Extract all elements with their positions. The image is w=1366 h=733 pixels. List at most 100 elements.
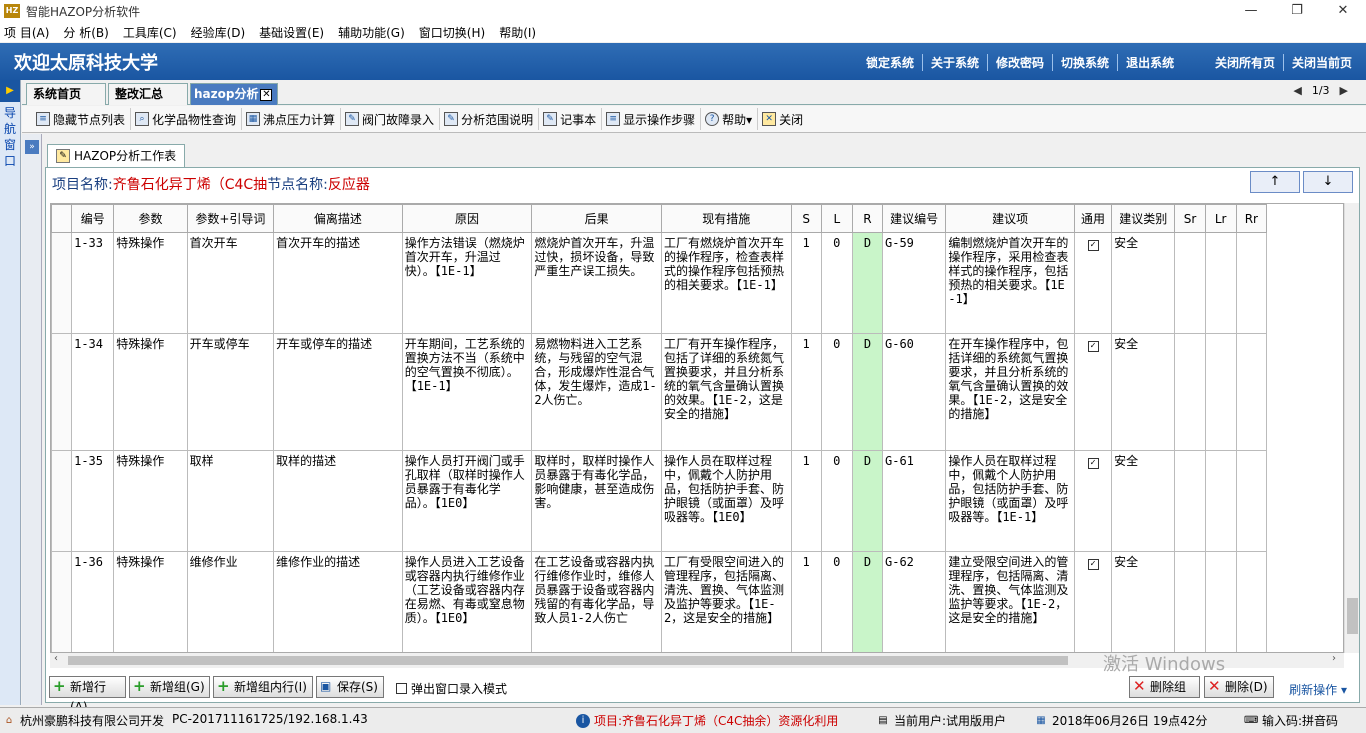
column-header[interactable]: 偏离描述 xyxy=(273,204,403,233)
cell-consequence[interactable]: 取样时，取样时操作人员暴露于有毒化学品，影响健康，甚至造成伤害。 xyxy=(531,450,662,552)
vertical-scrollbar[interactable] xyxy=(1344,203,1359,653)
cell-suggestion-id[interactable]: G-62 xyxy=(881,551,947,652)
close-all-pages-link[interactable]: 关闭所有页 xyxy=(1207,54,1284,71)
cell-l[interactable]: 0 xyxy=(820,551,853,652)
cell-cause[interactable]: 操作人员打开阀门或手孔取样（取样时操作人员暴露于有毒化学品）。【1E0】 xyxy=(401,450,533,552)
column-header[interactable]: 建议编号 xyxy=(881,204,947,233)
cell-general[interactable]: ✓ xyxy=(1073,232,1113,334)
valve-fault-button[interactable]: ✎ 阀门故障录入 xyxy=(340,108,438,130)
next-page-icon[interactable]: ▶ xyxy=(1340,84,1348,97)
column-header[interactable]: R xyxy=(851,204,884,233)
switch-system-link[interactable]: 切换系统 xyxy=(1053,54,1119,71)
cell-id[interactable]: 1-34 xyxy=(71,333,115,451)
scroll-thumb[interactable] xyxy=(68,656,1068,665)
cell-measures[interactable]: 工厂有开车操作程序，包括了详细的系统氮气置换要求，并且分析系统的氧气含量确认置换… xyxy=(660,333,792,451)
general-checkbox[interactable]: ✓ xyxy=(1087,559,1099,570)
add-row-in-group-button[interactable]: + 新增组内行(I) xyxy=(213,676,313,698)
cell-l[interactable]: 0 xyxy=(820,333,853,451)
table-row[interactable]: 1-35 特殊操作 取样 取样的描述 操作人员打开阀门或手孔取样（取样时操作人员… xyxy=(51,450,1268,552)
cell-category[interactable]: 安全 xyxy=(1111,551,1176,652)
cell-consequence[interactable]: 燃烧炉首次开车，升温过快，损坏设备，导致严重生产误工损失。 xyxy=(531,232,662,334)
cell-param[interactable]: 特殊操作 xyxy=(113,232,188,334)
nav-expand-icon[interactable]: ▶ xyxy=(0,80,20,102)
close-window-button[interactable]: ✕ xyxy=(1320,0,1366,22)
cell-lr[interactable] xyxy=(1204,551,1237,652)
cell-suggestion[interactable]: 建立受限空间进入的管理程序，包括隔离、清洗、置换、气体监测及监护等要求。【1E-… xyxy=(945,551,1075,652)
column-header[interactable]: 编号 xyxy=(71,204,115,233)
delete-button[interactable]: ✕ 删除(D) xyxy=(1204,676,1274,698)
delete-group-button[interactable]: ✕ 删除组 xyxy=(1129,676,1200,698)
move-down-button[interactable]: ↓ xyxy=(1303,171,1353,193)
menu-project[interactable]: 项 目(A) xyxy=(4,24,49,41)
worksheet-tab[interactable]: ✎ HAZOP分析工作表 xyxy=(47,144,186,167)
row-selector[interactable] xyxy=(51,551,73,652)
show-steps-button[interactable]: ≡ 显示操作步骤 xyxy=(601,108,699,130)
nav-label[interactable]: 导 航 窗 口 xyxy=(3,105,17,169)
menu-settings[interactable]: 基础设置(E) xyxy=(259,24,324,41)
cell-deviation[interactable]: 开车或停车的描述 xyxy=(273,333,403,451)
cell-rr[interactable] xyxy=(1235,333,1268,451)
cell-s[interactable]: 1 xyxy=(790,450,822,552)
cell-lr[interactable] xyxy=(1204,450,1237,552)
cell-param[interactable]: 特殊操作 xyxy=(113,333,188,451)
boiling-pressure-button[interactable]: ▦ 沸点压力计算 xyxy=(241,108,339,130)
scroll-right-icon[interactable]: › xyxy=(1332,653,1336,664)
table-row[interactable]: 1-36 特殊操作 维修作业 维修作业的描述 操作人员进入工艺设备或容器内执行维… xyxy=(51,551,1268,652)
general-checkbox[interactable]: ✓ xyxy=(1087,341,1099,352)
column-header[interactable]: Lr xyxy=(1204,204,1237,233)
column-header[interactable]: Sr xyxy=(1174,204,1206,233)
menu-help[interactable]: 帮助(I) xyxy=(499,24,536,41)
cell-category[interactable]: 安全 xyxy=(1111,333,1176,451)
table-row[interactable]: 1-34 特殊操作 开车或停车 开车或停车的描述 开车期间，工艺系统的置换方法不… xyxy=(51,333,1268,451)
cell-lr[interactable] xyxy=(1204,333,1237,451)
select-all-cell[interactable] xyxy=(51,204,73,233)
exit-system-link[interactable]: 退出系统 xyxy=(1118,54,1182,71)
cell-s[interactable]: 1 xyxy=(790,232,822,334)
previous-page-icon[interactable]: ◀ xyxy=(1293,84,1301,97)
cell-id[interactable]: 1-36 xyxy=(71,551,115,652)
cell-general[interactable]: ✓ xyxy=(1073,450,1113,552)
menu-window[interactable]: 窗口切换(H) xyxy=(419,24,485,41)
cell-suggestion-id[interactable]: G-60 xyxy=(881,333,947,451)
column-header[interactable]: 后果 xyxy=(531,204,662,233)
cell-deviation[interactable]: 取样的描述 xyxy=(273,450,403,552)
tab-home[interactable]: 系统首页 xyxy=(26,83,106,105)
close-button[interactable]: ✕ 关闭 xyxy=(757,108,807,130)
close-current-page-link[interactable]: 关闭当前页 xyxy=(1284,54,1360,71)
cell-r[interactable]: D xyxy=(851,333,884,451)
table-row[interactable]: 1-33 特殊操作 首次开车 首次开车的描述 操作方法错误（燃烧炉首次开车，升温… xyxy=(51,232,1268,334)
cell-r[interactable]: D xyxy=(851,551,884,652)
cell-rr[interactable] xyxy=(1235,232,1268,334)
refresh-dropdown[interactable]: 刷新操作 ▾ xyxy=(1289,681,1347,698)
cell-guide[interactable]: 取样 xyxy=(186,450,275,552)
cell-sr[interactable] xyxy=(1174,450,1206,552)
cell-sr[interactable] xyxy=(1174,551,1206,652)
scroll-thumb[interactable] xyxy=(1347,598,1358,634)
cell-suggestion[interactable]: 在开车操作程序中，包括详细的系统氮气置换要求，并且分析系统的氧气含量确认置换的效… xyxy=(945,333,1075,451)
close-tab-icon[interactable]: ✕ xyxy=(260,88,273,101)
move-up-button[interactable]: ↑ xyxy=(1250,171,1300,193)
cell-r[interactable]: D xyxy=(851,232,884,334)
cell-lr[interactable] xyxy=(1204,232,1237,334)
add-group-button[interactable]: + 新增组(G) xyxy=(129,676,210,698)
cell-r[interactable]: D xyxy=(851,450,884,552)
expand-node-list-icon[interactable]: » xyxy=(25,140,39,154)
change-password-link[interactable]: 修改密码 xyxy=(988,54,1054,71)
cell-general[interactable]: ✓ xyxy=(1073,551,1113,652)
scope-description-button[interactable]: ✎ 分析范围说明 xyxy=(439,108,537,130)
add-row-button[interactable]: +新增行(A) xyxy=(49,676,126,714)
cell-measures[interactable]: 操作人员在取样过程中，佩戴个人防护用品，包括防护手套、防护眼镜（或面罩）及呼吸器… xyxy=(660,450,792,552)
menu-auxiliary[interactable]: 辅助功能(G) xyxy=(338,24,405,41)
popup-mode-checkbox[interactable] xyxy=(396,683,407,694)
cell-suggestion-id[interactable]: G-61 xyxy=(881,450,947,552)
cell-measures[interactable]: 工厂有受限空间进入的管理程序，包括隔离、清洗、置换、气体监测及监护等要求。【1E… xyxy=(660,551,792,652)
column-header[interactable]: L xyxy=(820,204,853,233)
cell-id[interactable]: 1-35 xyxy=(71,450,115,552)
scroll-left-icon[interactable]: ‹ xyxy=(54,653,58,664)
column-header[interactable]: Rr xyxy=(1235,204,1268,233)
column-header[interactable]: 参数 xyxy=(113,204,188,233)
row-selector[interactable] xyxy=(51,450,73,552)
cell-general[interactable]: ✓ xyxy=(1073,333,1113,451)
about-link[interactable]: 关于系统 xyxy=(923,54,989,71)
lock-system-link[interactable]: 锁定系统 xyxy=(858,54,924,71)
